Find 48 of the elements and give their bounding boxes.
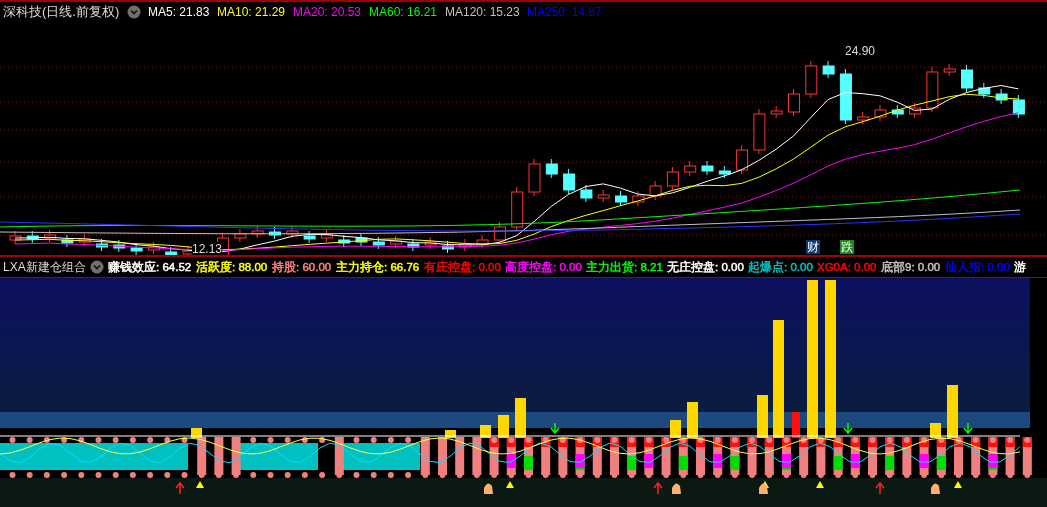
dropdown-icon[interactable] bbox=[127, 5, 141, 19]
indicator-value: 游 bbox=[1014, 259, 1026, 275]
volume-bar bbox=[498, 415, 509, 438]
event-badge[interactable]: 财 bbox=[806, 240, 820, 254]
arrow-down-icon bbox=[963, 422, 973, 435]
event-badge[interactable]: 跌 bbox=[840, 240, 854, 254]
indicator-value: 高度控盘: 0.00 bbox=[505, 259, 582, 275]
indicator-value: XG0A: 0.00 bbox=[817, 261, 877, 273]
volume-bar bbox=[670, 420, 681, 438]
volume-bar bbox=[191, 428, 202, 438]
arrow-up-icon bbox=[875, 481, 885, 495]
volume-bar bbox=[792, 412, 800, 438]
volume-bar bbox=[687, 402, 698, 438]
triangle-icon bbox=[506, 481, 514, 488]
arrow-down-icon bbox=[550, 422, 560, 435]
indicator-value: MA10: 21.29 bbox=[217, 5, 286, 19]
indicator-value: 起爆点: 0.00 bbox=[748, 259, 813, 275]
volume-bar bbox=[480, 425, 491, 438]
indicator-value: 仙人指: 0.00 bbox=[945, 259, 1010, 275]
indicator-value: MA5: 21.83 bbox=[148, 5, 210, 19]
indicator-value: 赚钱效应: 64.52 bbox=[108, 259, 192, 275]
volume-bar bbox=[757, 395, 768, 438]
triangle-icon bbox=[196, 481, 204, 488]
indicator-value: 主力持仓: 66.76 bbox=[336, 259, 420, 275]
arrow-down-icon bbox=[843, 422, 853, 435]
indicator-value: MA250: 14.87 bbox=[527, 5, 602, 19]
volume-bar bbox=[445, 430, 456, 438]
indicator-value: 持股: 60.00 bbox=[272, 259, 332, 275]
triangle-icon bbox=[816, 481, 824, 488]
indicator-value: 活跃度: 88.00 bbox=[196, 259, 268, 275]
indicator-value: MA20: 20.53 bbox=[293, 5, 362, 19]
indicator-value: MA120: 15.23 bbox=[445, 5, 520, 19]
volume-bar bbox=[930, 423, 941, 438]
indicator-value: 有庄控盘: 0.00 bbox=[424, 259, 501, 275]
chart-title: LXA新建仓组合 bbox=[3, 258, 86, 276]
volume-bar bbox=[515, 398, 526, 438]
arrow-up-icon bbox=[175, 481, 185, 495]
triangle-icon bbox=[954, 481, 962, 488]
chart-title: 深科技(日线.前复权) bbox=[3, 3, 120, 21]
indicator-value: 无庄控盘: 0.00 bbox=[667, 259, 744, 275]
indicator-value: 底部9: 0.00 bbox=[881, 259, 941, 275]
price-label: 24.90 bbox=[845, 44, 876, 58]
indicator-value: 主力出货: 8.21 bbox=[586, 259, 663, 275]
dropdown-icon[interactable] bbox=[90, 260, 104, 274]
price-label: 12.13 bbox=[192, 242, 223, 256]
indicator-value: MA60: 16.21 bbox=[369, 5, 438, 19]
arrow-up-icon bbox=[653, 481, 663, 495]
volume-bar bbox=[947, 385, 958, 438]
